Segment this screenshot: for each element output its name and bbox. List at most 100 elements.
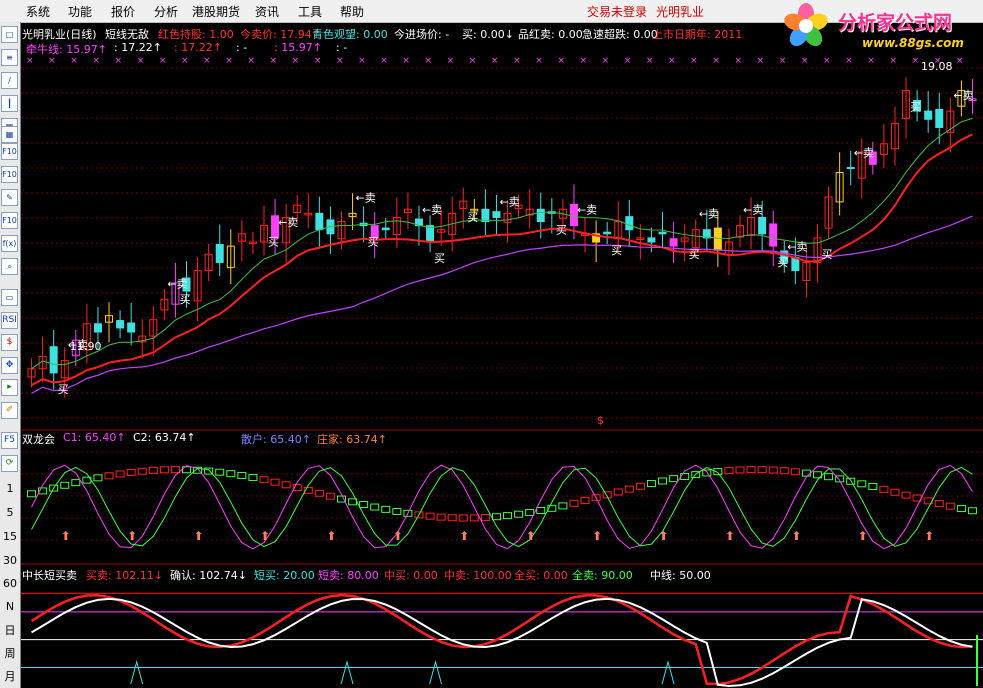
sell-signal-label: ←卖 bbox=[743, 204, 763, 217]
signal-x-marker: × bbox=[402, 56, 410, 66]
logo-title: 分析家公式网 bbox=[838, 12, 953, 34]
pen-icon[interactable]: ✐ bbox=[1, 402, 18, 419]
period-3[interactable]: 30 bbox=[0, 554, 20, 567]
analysis-icon[interactable]: ▭ bbox=[1, 289, 18, 306]
table-icon[interactable]: ▦ bbox=[1, 126, 18, 143]
signal-x-marker: × bbox=[690, 56, 698, 66]
dragon-box bbox=[237, 471, 247, 479]
flag-icon[interactable]: ▸ bbox=[1, 379, 18, 396]
menu-function[interactable]: 功能 bbox=[68, 3, 92, 20]
formula-icon[interactable]: f(x) bbox=[1, 235, 18, 252]
candle-body bbox=[536, 208, 545, 223]
dragon-box bbox=[669, 475, 679, 483]
zoom-icon[interactable]: ⌕ bbox=[1, 258, 18, 275]
buy-signal-label: 买 bbox=[268, 236, 279, 249]
menu-analysis[interactable]: 分析 bbox=[154, 3, 178, 20]
signal-x-marker: × bbox=[557, 56, 565, 66]
dragon-box bbox=[569, 499, 579, 507]
buy-signal-label: 买 bbox=[434, 252, 445, 265]
sub1-header-item: C2: 63.74↑ bbox=[133, 431, 196, 444]
candle-body bbox=[603, 231, 612, 235]
sell-signal-label: ←卖 bbox=[422, 204, 442, 217]
short-buy-spike bbox=[661, 659, 675, 685]
signal-x-marker: × bbox=[292, 56, 300, 66]
menu-help[interactable]: 帮助 bbox=[340, 3, 364, 20]
candle-body bbox=[49, 346, 58, 374]
signal-x-marker: × bbox=[757, 56, 765, 66]
dollar-icon[interactable]: $ bbox=[1, 334, 18, 351]
period-6[interactable]: 日 bbox=[0, 622, 20, 638]
signal-x-marker: × bbox=[48, 56, 56, 66]
rsi-icon[interactable]: RSI bbox=[1, 312, 18, 329]
arrow-up-icon: ⬆ bbox=[61, 529, 71, 543]
refresh-icon[interactable]: ⟳ bbox=[1, 455, 18, 472]
signal-x-marker: × bbox=[115, 56, 123, 66]
login-status[interactable]: 交易未登录 bbox=[587, 3, 647, 20]
dragon-box bbox=[93, 474, 103, 482]
dragon-box bbox=[159, 466, 169, 474]
arrow-up-icon: ⬆ bbox=[725, 529, 735, 543]
period-5[interactable]: N bbox=[0, 600, 20, 613]
dragon-box bbox=[824, 473, 834, 481]
dragon-box bbox=[381, 505, 391, 513]
period-8[interactable]: 月 bbox=[0, 668, 20, 684]
menu-tools[interactable]: 工具 bbox=[298, 3, 322, 20]
menu-quote[interactable]: 报价 bbox=[111, 3, 135, 20]
period-4[interactable]: 60 bbox=[0, 577, 20, 590]
signal-x-marker: × bbox=[70, 56, 78, 66]
c1-line bbox=[31, 464, 973, 550]
main-header-item: 买: 0.00↓ bbox=[462, 28, 514, 41]
sub2-header-item: 中买: 0.00 bbox=[384, 569, 438, 582]
arrow-up-icon: ⬆ bbox=[326, 529, 336, 543]
period-7[interactable]: 周 bbox=[0, 645, 20, 661]
short-buy-spike bbox=[130, 659, 144, 685]
f10-icon[interactable]: F10 bbox=[1, 212, 18, 229]
list-icon[interactable]: ≡ bbox=[1, 49, 18, 66]
dragon-box bbox=[126, 468, 136, 476]
menu-news[interactable]: 资讯 bbox=[255, 3, 279, 20]
dragon-box bbox=[71, 479, 81, 487]
signal-x-marker: × bbox=[513, 56, 521, 66]
sell-signal-label: ←卖 bbox=[356, 191, 376, 204]
dragon-box bbox=[658, 477, 668, 485]
signal-x-marker: × bbox=[646, 56, 654, 66]
menu-hk-futures[interactable]: 港股期货 bbox=[192, 3, 240, 20]
candle-body bbox=[127, 322, 136, 333]
sub1-header-item: C1: 65.40↑ bbox=[63, 431, 126, 444]
left-toolbar: □≡∕┃▦▦F10F10✎F10f(x)⌕▭RSI$✥▸✐F5⟳15153060… bbox=[0, 22, 21, 688]
signal-x-marker: × bbox=[624, 56, 632, 66]
line-chart-icon[interactable]: ∕ bbox=[1, 72, 18, 89]
sub2-header-item: 中线: 50.00 bbox=[650, 569, 711, 582]
chart-area[interactable]: ←卖←卖←卖←卖←卖←卖←卖←卖←卖←卖←卖←卖←卖买买买买买买买买买买买买××… bbox=[21, 22, 983, 688]
signal-x-marker: × bbox=[159, 56, 167, 66]
dollar-marker: $ bbox=[597, 414, 604, 427]
candle-body bbox=[846, 167, 855, 170]
candle-body bbox=[769, 223, 778, 247]
dragon-box bbox=[890, 488, 900, 496]
period-0[interactable]: 1 bbox=[0, 482, 20, 495]
sub2-header-item: 短买: 20.00 bbox=[254, 569, 315, 582]
sell-signal-label: ←卖 bbox=[278, 216, 298, 229]
main-header-item: 青色观望: 0.00 bbox=[312, 28, 388, 41]
sell-signal-label: ←卖 bbox=[854, 146, 874, 159]
memo-icon[interactable]: ✎ bbox=[1, 189, 18, 206]
period-1[interactable]: 5 bbox=[0, 506, 20, 519]
sell-signal-label: ←卖 bbox=[953, 89, 973, 102]
menu-system[interactable]: 系统 bbox=[26, 3, 50, 20]
dragon-box bbox=[436, 513, 446, 521]
f10-icon[interactable]: F10 bbox=[1, 166, 18, 183]
window-icon[interactable]: □ bbox=[1, 26, 18, 43]
dragon-box bbox=[735, 466, 745, 474]
dragon-box bbox=[879, 485, 889, 493]
dragon-box bbox=[392, 507, 402, 515]
f10-icon[interactable]: F10 bbox=[1, 143, 18, 160]
candle-icon[interactable]: ┃ bbox=[1, 95, 18, 112]
signal-x-marker: × bbox=[380, 56, 388, 66]
f5-icon[interactable]: F5 bbox=[1, 432, 18, 449]
dragon-box bbox=[348, 498, 358, 506]
move-icon[interactable]: ✥ bbox=[1, 357, 18, 374]
signal-x-marker: × bbox=[336, 56, 344, 66]
period-2[interactable]: 15 bbox=[0, 530, 20, 543]
candle-body bbox=[492, 211, 501, 218]
dragon-box bbox=[170, 466, 180, 474]
